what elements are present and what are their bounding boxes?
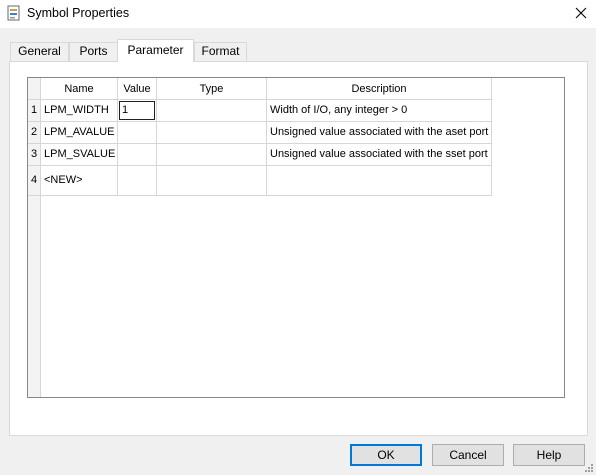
param-value-cell[interactable] xyxy=(118,166,157,196)
param-description-cell[interactable]: Width of I/O, any integer > 0 xyxy=(267,100,492,122)
cancel-button[interactable]: Cancel xyxy=(432,444,504,466)
tab-parameter[interactable]: Parameter xyxy=(117,39,194,62)
param-type-cell[interactable] xyxy=(157,144,267,166)
param-value-cell[interactable] xyxy=(118,144,157,166)
row-number: 4 xyxy=(28,166,41,196)
tab-format[interactable]: Format xyxy=(194,42,247,61)
column-header-value[interactable]: Value xyxy=(118,78,157,100)
tab-general[interactable]: General xyxy=(10,42,69,61)
param-name-cell[interactable]: LPM_WIDTH xyxy=(41,100,118,122)
tab-ports[interactable]: Ports xyxy=(69,42,118,61)
row-number: 1 xyxy=(28,100,41,122)
param-description-cell[interactable]: Unsigned value associated with the aset … xyxy=(267,122,492,144)
param-type-cell[interactable] xyxy=(157,122,267,144)
window-title: Symbol Properties xyxy=(27,6,130,20)
row-number: 2 xyxy=(28,122,41,144)
value-edit-field[interactable]: 1 xyxy=(119,101,155,120)
param-type-cell[interactable] xyxy=(157,166,267,196)
param-description-cell[interactable] xyxy=(267,166,492,196)
symbol-file-icon xyxy=(7,5,20,21)
title-bar: Symbol Properties xyxy=(0,0,596,28)
new-param-cell[interactable]: <NEW> xyxy=(41,166,118,196)
column-header-name[interactable]: Name xyxy=(41,78,118,100)
corner-cell xyxy=(28,78,41,100)
column-header-type[interactable]: Type xyxy=(157,78,267,100)
param-type-cell[interactable] xyxy=(157,100,267,122)
row-number: 3 xyxy=(28,144,41,166)
ok-button[interactable]: OK xyxy=(350,444,422,466)
param-name-cell[interactable]: LPM_SVALUE xyxy=(41,144,118,166)
close-icon[interactable] xyxy=(570,2,592,24)
param-description-cell[interactable]: Unsigned value associated with the sset … xyxy=(267,144,492,166)
column-header-description[interactable]: Description xyxy=(267,78,492,100)
resize-grip-icon[interactable] xyxy=(582,461,594,473)
param-name-cell[interactable]: LPM_AVALUE xyxy=(41,122,118,144)
help-button[interactable]: Help xyxy=(513,444,585,466)
param-value-cell[interactable] xyxy=(118,122,157,144)
